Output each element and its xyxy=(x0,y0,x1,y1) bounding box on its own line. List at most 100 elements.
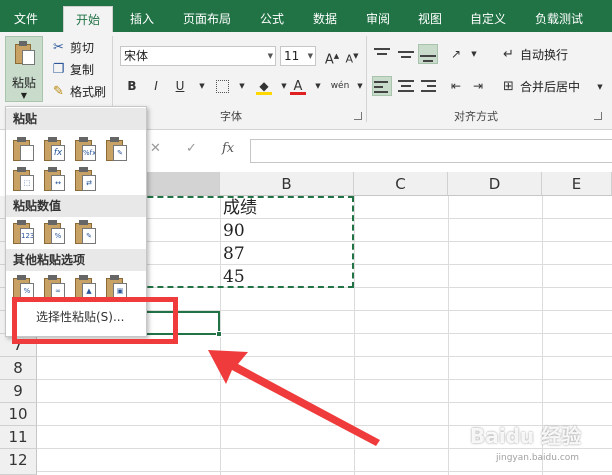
chevron-down-icon: ▼ xyxy=(307,52,313,60)
wrap-text-label: 自动换行 xyxy=(520,48,569,62)
fill-handle[interactable] xyxy=(216,331,222,337)
merge-center-label: 合并后居中 xyxy=(520,80,581,94)
grid-line xyxy=(37,471,612,472)
tab-insert[interactable]: 插入 xyxy=(120,6,164,32)
font-size-select[interactable]: 11 ▼ xyxy=(280,46,316,66)
chevron-down-icon[interactable]: ▼ xyxy=(6,91,42,100)
grow-font-button[interactable]: A▲ xyxy=(322,46,342,67)
font-name-select[interactable]: 宋体 ▼ xyxy=(120,46,276,66)
chevron-down-icon: ▼ xyxy=(267,52,273,60)
fill-color-button[interactable]: ◆ xyxy=(254,76,274,96)
align-bottom-icon xyxy=(419,46,437,64)
watermark-url: jingyan.baidu.com xyxy=(496,453,580,463)
alignment-dialog-launcher-icon[interactable] xyxy=(594,112,602,120)
chevron-down-icon[interactable]: ▼ xyxy=(308,76,328,96)
decrease-indent-icon: ⇤ xyxy=(450,79,462,93)
row-header-12[interactable]: 12 xyxy=(0,449,37,475)
alignment-group-label: 对齐方式 xyxy=(454,110,498,123)
chevron-down-icon[interactable]: ▼ xyxy=(464,44,484,64)
formula-input[interactable] xyxy=(250,139,612,163)
annotation-arrow xyxy=(208,350,380,446)
grid-line xyxy=(448,196,449,475)
align-bottom-button[interactable] xyxy=(418,44,438,64)
format-painter-button[interactable]: ✎ 格式刷 xyxy=(50,82,106,102)
tab-review[interactable]: 审阅 xyxy=(358,6,398,32)
increase-indent-button[interactable]: ⇥ xyxy=(468,76,488,96)
paste-button[interactable]: 粘贴 ▼ xyxy=(5,36,43,102)
paste-icon[interactable] xyxy=(13,137,37,163)
column-header-c[interactable]: C xyxy=(354,172,448,196)
phonetic-guide-button[interactable]: wén xyxy=(330,76,350,96)
copy-button[interactable]: ❐ 复制 xyxy=(50,60,94,80)
font-color-button[interactable]: A xyxy=(288,76,308,96)
chevron-down-icon[interactable]: ▼ xyxy=(232,76,252,96)
font-name-value: 宋体 xyxy=(124,49,149,63)
paste-transpose-icon[interactable]: ⇄ xyxy=(75,167,99,193)
tab-home[interactable]: 开始 xyxy=(63,6,113,32)
format-painter-label: 格式刷 xyxy=(70,85,107,99)
column-header-b[interactable]: B xyxy=(220,172,354,196)
align-top-icon xyxy=(373,46,391,64)
tab-file[interactable]: 文件 xyxy=(0,6,52,32)
baidu-watermark: Baidu 经验 xyxy=(470,424,582,448)
paint-bucket-icon: ◆ xyxy=(259,79,269,93)
chevron-down-icon[interactable]: ▼ xyxy=(192,76,212,96)
paste-no-borders-icon[interactable]: ⬚ xyxy=(13,167,37,193)
paste-values-icon[interactable]: 123 xyxy=(13,220,37,246)
column-header-d[interactable]: D xyxy=(448,172,542,196)
enter-icon[interactable]: ✓ xyxy=(186,141,197,156)
paste-values-source-format-icon[interactable]: ✎ xyxy=(75,220,99,246)
increase-indent-icon: ⇥ xyxy=(472,79,484,93)
borders-button[interactable] xyxy=(212,76,232,96)
underline-button[interactable]: U xyxy=(170,76,190,96)
tab-data[interactable]: 数据 xyxy=(305,6,345,32)
tab-load-test[interactable]: 负载测试 xyxy=(526,6,592,32)
tab-custom[interactable]: 自定义 xyxy=(462,6,514,32)
paste-values-section-header: 粘贴数值 xyxy=(6,195,146,217)
row-header-8[interactable]: 8 xyxy=(0,357,37,380)
merge-center-button[interactable]: ⊞ 合并后居中 xyxy=(500,77,580,97)
cut-button[interactable]: ✂ 剪切 xyxy=(50,38,94,58)
italic-button[interactable]: I xyxy=(146,76,166,96)
cancel-icon[interactable]: ✕ xyxy=(150,141,161,156)
borders-icon xyxy=(215,80,229,93)
wrap-text-icon: ↵ xyxy=(503,47,514,62)
paste-values-number-format-icon[interactable]: % xyxy=(44,220,68,246)
align-middle-button[interactable] xyxy=(396,44,416,64)
paste-formulas-icon[interactable]: fx xyxy=(44,137,68,163)
paste-formulas-number-format-icon[interactable]: %fx xyxy=(75,137,99,163)
align-right-icon xyxy=(419,78,437,96)
paste-keep-source-format-icon[interactable]: ✎ xyxy=(106,137,130,163)
clipboard-icon xyxy=(15,41,35,65)
align-center-icon xyxy=(397,78,415,96)
column-header-e[interactable]: E xyxy=(542,172,612,196)
row-header-9[interactable]: 9 xyxy=(0,380,37,403)
align-left-icon xyxy=(373,78,391,96)
align-left-button[interactable] xyxy=(372,76,392,96)
chevron-down-icon[interactable]: ▼ xyxy=(590,77,610,97)
paste-section-header: 粘贴 xyxy=(6,108,146,130)
tab-page-layout[interactable]: 页面布局 xyxy=(176,6,238,32)
tab-formulas[interactable]: 公式 xyxy=(252,6,292,32)
paste-keep-column-width-icon[interactable]: ↔ xyxy=(44,167,68,193)
merge-center-icon: ⊞ xyxy=(503,79,514,94)
chevron-down-icon[interactable]: ▼ xyxy=(350,76,370,96)
decrease-indent-button[interactable]: ⇤ xyxy=(446,76,466,96)
row-header-10[interactable]: 10 xyxy=(0,403,37,426)
insert-function-icon[interactable]: fx xyxy=(222,141,234,156)
align-right-button[interactable] xyxy=(418,76,438,96)
paintbrush-icon: ✎ xyxy=(53,84,64,99)
align-center-button[interactable] xyxy=(396,76,416,96)
font-dialog-launcher-icon[interactable] xyxy=(354,112,362,120)
orientation-icon: ↗ xyxy=(450,47,462,61)
bold-button[interactable]: B xyxy=(122,76,142,96)
row-header-11[interactable]: 11 xyxy=(0,426,37,449)
ribbon-separator xyxy=(366,36,367,122)
orientation-button[interactable]: ↗ xyxy=(446,44,466,64)
wrap-text-button[interactable]: ↵ 自动换行 xyxy=(500,45,568,65)
tab-view[interactable]: 视图 xyxy=(410,6,450,32)
shrink-font-button[interactable]: A▼ xyxy=(342,46,362,66)
align-middle-icon xyxy=(397,46,415,64)
align-top-button[interactable] xyxy=(372,44,392,64)
font-group-label: 字体 xyxy=(220,110,242,123)
